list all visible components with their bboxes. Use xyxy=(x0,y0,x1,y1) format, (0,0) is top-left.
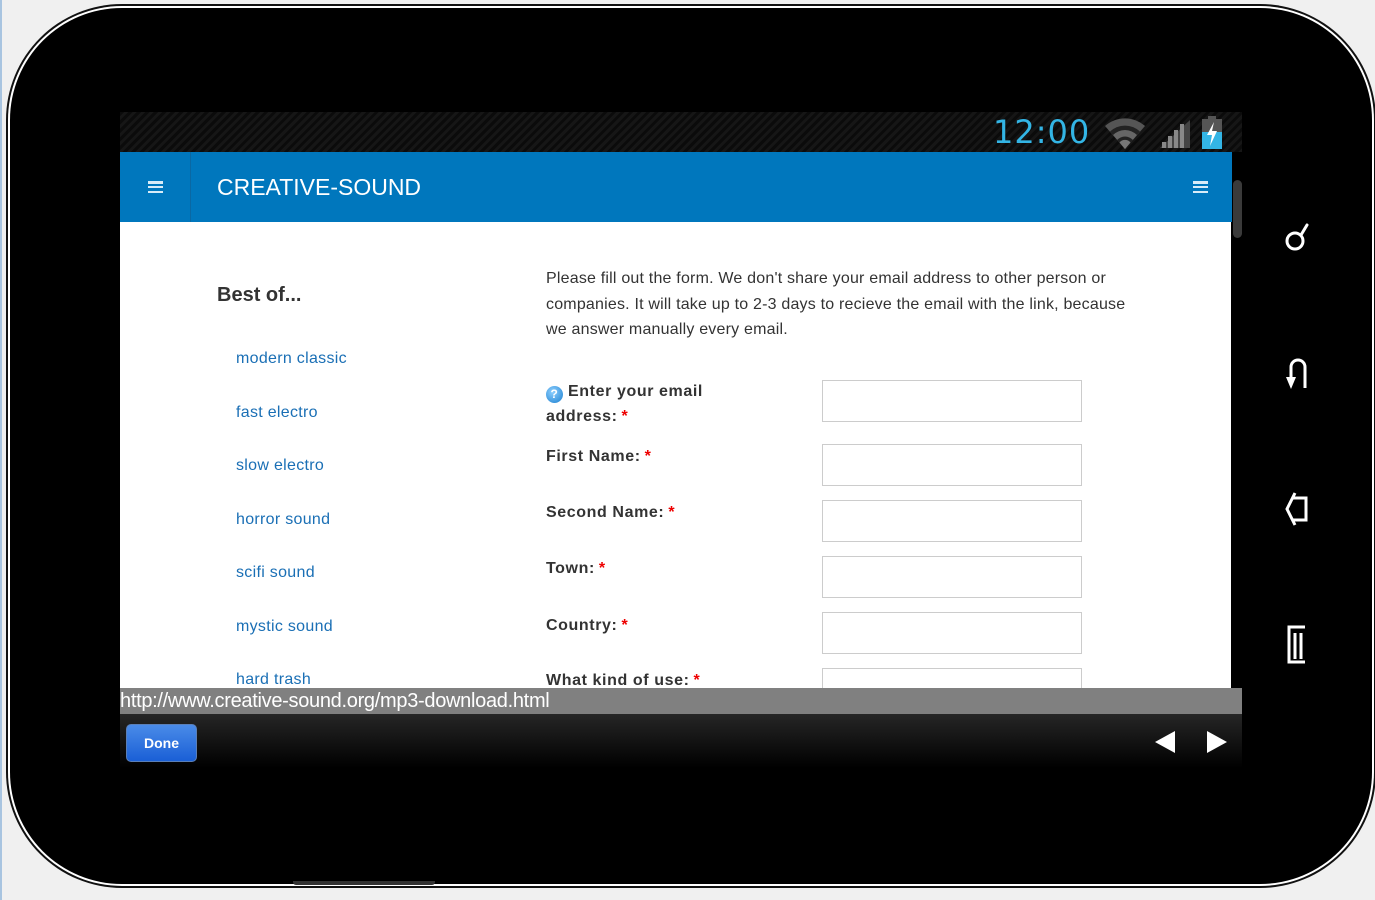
browser-nav-bar: Done xyxy=(120,714,1242,768)
town-label-text: Town: xyxy=(546,560,595,577)
use-type-label-text: What kind of use: xyxy=(546,672,690,688)
device-bottom-tab xyxy=(293,881,435,885)
required-marker: * xyxy=(621,617,629,634)
country-label-text: Country: xyxy=(546,617,618,634)
device-screen: 12:00 CREATIVE-SOUND Best of... modern c… xyxy=(120,112,1242,768)
use-type-select[interactable] xyxy=(822,668,1082,688)
help-icon[interactable]: ? xyxy=(546,386,563,403)
use-type-label: What kind of use: * xyxy=(546,668,700,688)
country-field[interactable] xyxy=(822,612,1082,654)
hamburger-menu-icon xyxy=(1193,181,1208,193)
required-marker: * xyxy=(644,448,652,465)
second-name-field[interactable] xyxy=(822,500,1082,542)
nav-menu-button[interactable] xyxy=(120,152,191,222)
required-marker: * xyxy=(668,504,676,521)
country-label: Country: * xyxy=(546,613,628,638)
status-clock: 12:00 xyxy=(993,113,1091,151)
back-key-icon[interactable] xyxy=(1283,355,1313,391)
sidebar-title: Best of... xyxy=(217,284,302,306)
scrollbar-thumb[interactable] xyxy=(1233,180,1242,238)
town-label: Town: * xyxy=(546,556,606,581)
url-bar: http://www.creative-sound.org/mp3-downlo… xyxy=(120,688,1242,714)
first-name-field[interactable] xyxy=(822,444,1082,486)
town-field[interactable] xyxy=(822,556,1082,598)
second-name-label-text: Second Name: xyxy=(546,504,665,521)
sidebar-link[interactable]: scifi sound xyxy=(236,564,347,618)
first-name-label-text: First Name: xyxy=(546,448,641,465)
app-title: CREATIVE-SOUND xyxy=(217,174,422,200)
required-marker: * xyxy=(693,672,701,688)
status-bar: 12:00 xyxy=(120,112,1242,152)
back-arrow-icon[interactable] xyxy=(1154,730,1176,754)
sidebar-link[interactable]: fast electro xyxy=(236,404,347,458)
options-menu-button[interactable] xyxy=(1193,181,1208,193)
page-content: Best of... modern classic fast electro s… xyxy=(120,222,1231,688)
email-field[interactable] xyxy=(822,380,1082,422)
second-name-label: Second Name: * xyxy=(546,500,675,525)
required-marker: * xyxy=(598,560,606,577)
wifi-icon xyxy=(1105,118,1145,149)
sidebar-link[interactable]: slow electro xyxy=(236,457,347,511)
sidebar-link[interactable]: horror sound xyxy=(236,511,347,565)
done-button[interactable]: Done xyxy=(126,724,197,762)
forward-arrow-icon[interactable] xyxy=(1206,730,1228,754)
sidebar-list: modern classic fast electro slow electro… xyxy=(236,350,347,688)
sidebar-link[interactable]: modern classic xyxy=(236,350,347,404)
window-edge xyxy=(0,0,2,900)
form-intro-text: Please fill out the form. We don't share… xyxy=(546,270,1126,338)
email-label: ? Enter your email address: * xyxy=(546,379,746,429)
sidebar-link[interactable]: mystic sound xyxy=(236,618,347,672)
required-marker: * xyxy=(621,408,629,425)
recent-apps-key-icon[interactable] xyxy=(1283,625,1313,665)
search-key-icon[interactable] xyxy=(1283,220,1313,254)
app-bar: CREATIVE-SOUND xyxy=(120,152,1232,222)
home-key-icon[interactable] xyxy=(1283,490,1313,528)
hamburger-menu-icon xyxy=(147,181,163,193)
battery-charging-icon xyxy=(1202,116,1222,149)
sidebar-link[interactable]: hard trash xyxy=(236,671,347,688)
signal-icon xyxy=(1160,120,1190,148)
first-name-label: First Name: * xyxy=(546,444,651,469)
